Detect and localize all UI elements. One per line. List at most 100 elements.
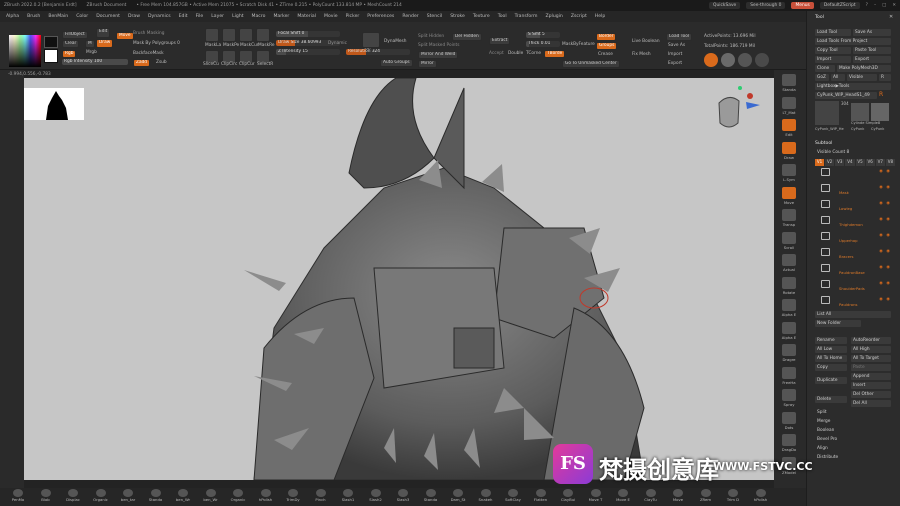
load-from-project-button[interactable]: Load Tools From Project <box>815 38 891 45</box>
visibility-eye-icon[interactable]: ◉ ◉ <box>879 265 891 270</box>
shelf-standa-button[interactable]: Standa <box>778 74 800 92</box>
subtool-row[interactable]: Bracers ◉ ◉ <box>819 247 893 260</box>
brush-organic-button[interactable]: Organic <box>226 489 250 502</box>
draw-mode-button[interactable]: Draw <box>96 39 114 48</box>
fix-mesh-button[interactable]: Fix Mesh <box>632 52 651 57</box>
subtool-row[interactable]: ◉ ◉ <box>819 167 893 180</box>
extract-button[interactable]: Extract <box>489 37 511 45</box>
lightbox-tools-button[interactable]: Lightbox▶Tools <box>815 83 891 90</box>
visibility-eye-icon[interactable]: ◉ ◉ <box>879 185 891 190</box>
main-color-swatch[interactable] <box>44 49 58 63</box>
brush-zrem-button[interactable]: ZRem <box>694 489 718 502</box>
mask-by-feature-button[interactable]: MaskByFeature <box>562 42 595 47</box>
tool-r-icon[interactable]: R <box>879 91 883 98</box>
shelf-rotate-button[interactable]: Rotate <box>778 276 800 295</box>
new-folder-button[interactable]: New Folder <box>815 320 861 327</box>
shelf-freeha-button[interactable]: FreeHa <box>778 366 800 385</box>
r-button[interactable]: R <box>879 74 891 81</box>
menu-brush[interactable]: Brush <box>27 14 40 19</box>
double-button[interactable]: Double <box>508 51 523 56</box>
accept-button[interactable]: Accept <box>489 51 504 56</box>
tool-thumbnail-main[interactable] <box>815 101 839 125</box>
menu-color[interactable]: Color <box>76 14 88 19</box>
cylinder-thumbnail[interactable] <box>851 103 869 121</box>
m-button[interactable]: M <box>85 40 95 48</box>
brush-standa-button[interactable]: Standa <box>419 489 443 502</box>
visibility-set-v6[interactable]: V6 <box>865 159 875 166</box>
go-to-unmasked-center-button[interactable]: Go To Unmasked Center <box>562 60 620 68</box>
folder-icon[interactable] <box>821 216 830 224</box>
split-menu[interactable]: Split <box>815 409 891 416</box>
import-panel-button[interactable]: Import <box>815 56 851 63</box>
menu-transform[interactable]: Transform <box>515 14 538 19</box>
menu-macro[interactable]: Macro <box>252 14 266 19</box>
subtool-row[interactable]: ShoulderPads ◉ ◉ <box>819 279 893 292</box>
backface-mask-button[interactable]: BackfaceMask <box>133 51 164 56</box>
menu-material[interactable]: Material <box>297 14 316 19</box>
insert-button[interactable]: Insert <box>851 382 891 389</box>
shelf-actual-button[interactable]: Actual <box>778 254 800 272</box>
duplicate-button[interactable]: Duplicate <box>815 377 847 384</box>
brush-snakeh-button[interactable]: Snakeh <box>474 489 498 502</box>
del-hidden-button[interactable]: Del Hidden <box>452 33 482 41</box>
subtool-row[interactable]: Pauldrons ◉ ◉ <box>819 295 893 308</box>
current-tool-slider[interactable]: CyPunk_WIP_HeadS1_49 <box>815 92 877 99</box>
brush-flatten-button[interactable]: Flatten <box>529 489 553 502</box>
menu-file[interactable]: File <box>196 14 204 19</box>
make-polymesh-button[interactable]: Make PolyMesh3D <box>837 65 891 72</box>
menu-preferences[interactable]: Preferences <box>367 14 394 19</box>
crease-button[interactable]: Crease <box>598 52 613 57</box>
maximize-icon[interactable]: □ <box>882 3 886 8</box>
visible-button[interactable]: Visible <box>847 74 877 81</box>
edit-mode-button[interactable]: Edit <box>96 28 111 38</box>
all-to-target-button[interactable]: All To Target <box>851 355 891 362</box>
maskcurve-icon[interactable] <box>239 28 253 42</box>
z-intensity-slider[interactable]: Z Intensity 15 <box>276 49 340 55</box>
import-button[interactable]: Import <box>668 52 682 57</box>
brush-slash3-button[interactable]: Slash3 <box>391 489 415 502</box>
menu-texture[interactable]: Texture <box>473 14 490 19</box>
del-other-button[interactable]: Del Other <box>851 391 891 398</box>
menu-picker[interactable]: Picker <box>346 14 360 19</box>
brush-move-t-button[interactable]: Move T <box>584 489 608 502</box>
paste-tool-button[interactable]: Paste Tool <box>853 47 891 54</box>
tcorner-button[interactable]: TCorne <box>526 51 541 56</box>
load-tool-panel-button[interactable]: Load Tool <box>815 29 851 36</box>
merge-menu[interactable]: Merge <box>815 418 891 425</box>
smooth-slider[interactable]: S Smt 5 <box>526 32 560 38</box>
menus-button[interactable]: Menus <box>791 2 814 9</box>
all-to-home-button[interactable]: All To Home <box>815 355 847 362</box>
brush-move-button[interactable]: Move <box>666 489 690 502</box>
visibility-eye-icon[interactable]: ◉ ◉ <box>879 297 891 302</box>
menu-benmain[interactable]: BenMain <box>48 14 68 19</box>
append-button[interactable]: Append <box>851 373 891 380</box>
maskrect-button[interactable]: MaskRe <box>258 43 275 48</box>
color-picker[interactable] <box>9 35 41 67</box>
clone-button[interactable]: Clone <box>815 65 835 72</box>
brush-claytu-button[interactable]: ClayTu <box>639 489 663 502</box>
mrgb-button[interactable]: Mrgb <box>86 50 97 55</box>
panel-close-icon[interactable]: ✕ <box>889 14 893 20</box>
copy-subtool-button[interactable]: Copy <box>815 364 847 371</box>
brush-move-e-button[interactable]: Move E <box>611 489 635 502</box>
brush-softclay-button[interactable]: SoftClay <box>501 489 525 502</box>
masklasso-icon[interactable] <box>205 28 219 42</box>
mirror-button[interactable]: Mirror <box>418 60 437 68</box>
distribute-menu[interactable]: Distribute <box>815 454 891 461</box>
secondary-color-swatch[interactable] <box>44 36 58 48</box>
save-as-panel-button[interactable]: Save As <box>853 29 891 36</box>
minimize-icon[interactable]: – <box>874 3 876 8</box>
rename-button[interactable]: Rename <box>815 337 847 344</box>
brush-ben-tar-button[interactable]: ben_tar <box>116 489 140 502</box>
stroke-icon[interactable] <box>755 53 769 67</box>
visibility-eye-icon[interactable]: ◉ ◉ <box>879 233 891 238</box>
split-masked-button[interactable]: Split Masked Points <box>418 43 459 48</box>
maskcurve-button[interactable]: MaskCur <box>240 43 259 48</box>
brush-ben-wr-button[interactable]: ben_Wr <box>171 489 195 502</box>
folder-icon[interactable] <box>821 296 830 304</box>
visibility-eye-icon[interactable]: ◉ ◉ <box>879 201 891 206</box>
menu-help[interactable]: Help <box>595 14 605 19</box>
brush-penmo-button[interactable]: PenMo <box>6 489 30 502</box>
shelf-move-button[interactable]: Move <box>778 186 800 205</box>
menu-document[interactable]: Document <box>96 14 120 19</box>
